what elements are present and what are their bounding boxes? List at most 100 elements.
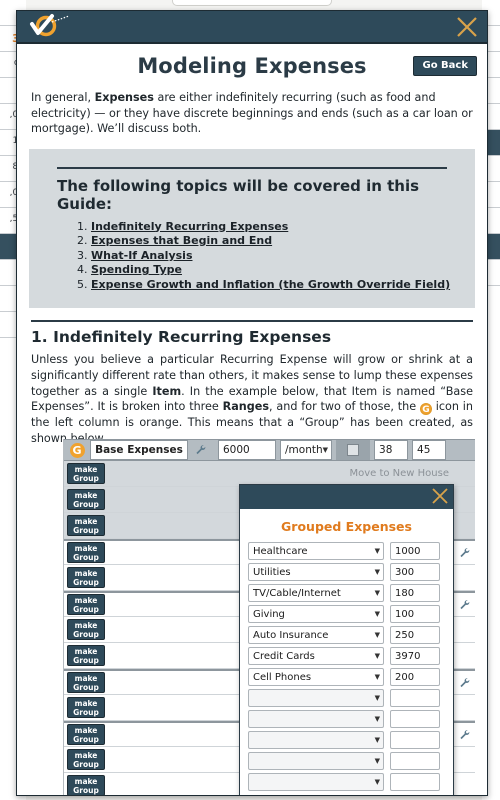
dialog-row: Cell Phones ▼ 200 <box>248 668 445 686</box>
make-group-line2: Group <box>73 734 99 744</box>
make-group-line2: Group <box>73 682 99 692</box>
screen-root: 3, ck 0 ,00 13 80 ,00 ,55 <box>0 0 500 800</box>
topic-link-5[interactable]: Expense Growth and Inflation (the Growth… <box>91 278 450 291</box>
expense-category-value: Cell Phones <box>253 671 312 683</box>
expense-amount-input[interactable] <box>390 710 440 728</box>
row-wrench-cell[interactable] <box>455 677 475 689</box>
close-icon[interactable] <box>429 485 451 507</box>
dialog-row: Utilities ▼ 300 <box>248 563 445 581</box>
make-group-line2: Group <box>73 473 99 483</box>
expense-category-select[interactable]: ▼ <box>248 773 384 791</box>
section-1-heading: 1. Indefinitely Recurring Expenses <box>31 328 332 347</box>
expense-category-value: Auto Insurance <box>253 629 329 641</box>
make-group-line2: Group <box>73 707 99 717</box>
background-tab <box>172 0 332 6</box>
expense-amount-input[interactable]: 180 <box>390 584 440 602</box>
make-group-button[interactable]: make Group <box>67 489 105 510</box>
make-group-line2: Group <box>73 552 99 562</box>
expense-category-select[interactable]: ▼ <box>248 689 384 707</box>
expense-category-select[interactable]: Cell Phones ▼ <box>248 668 384 686</box>
expense-category-select[interactable]: Healthcare ▼ <box>248 542 384 560</box>
make-group-line1: make <box>74 490 98 500</box>
expense-category-value: TV/Cable/Internet <box>253 587 341 599</box>
expense-category-select[interactable]: Auto Insurance ▼ <box>248 626 384 644</box>
expense-category-select[interactable]: ▼ <box>248 710 384 728</box>
make-group-line1: make <box>74 568 98 578</box>
expense-amount-input[interactable]: 250 <box>390 626 440 644</box>
amount-field[interactable]: 6000 <box>218 440 276 460</box>
go-back-button[interactable]: Go Back <box>413 56 477 76</box>
expense-category-select[interactable]: Giving ▼ <box>248 605 384 623</box>
topics-list: Indefinitely Recurring Expenses Expenses… <box>91 220 461 292</box>
wrench-cell[interactable] <box>188 440 214 460</box>
make-group-button[interactable]: make Group <box>67 515 105 536</box>
topics-divider <box>57 166 447 169</box>
modal-body: Modeling Expenses Go Back In general, Ex… <box>17 44 487 795</box>
expense-amount-input[interactable] <box>390 689 440 707</box>
chevron-down-icon: ▼ <box>374 631 380 639</box>
row-wrench-cell[interactable] <box>455 547 475 559</box>
make-group-button[interactable]: make Group <box>67 775 105 795</box>
group-g-badge-icon: G <box>69 442 85 458</box>
guide-modal: Modeling Expenses Go Back In general, Ex… <box>16 10 488 796</box>
modal-titlebar <box>17 11 487 44</box>
row-wrench-cell[interactable] <box>455 729 475 741</box>
make-group-line1: make <box>74 595 98 605</box>
topics-panel: The following topics will be covered in … <box>29 148 475 309</box>
topics-heading: The following topics will be covered in … <box>57 176 420 213</box>
dialog-row: Giving ▼ 100 <box>248 605 445 623</box>
topic-link-1[interactable]: Indefinitely Recurring Expenses <box>91 220 288 233</box>
chevron-down-icon: ▼ <box>374 652 380 660</box>
make-group-line1: make <box>74 543 98 553</box>
expense-amount-input[interactable]: 1000 <box>390 542 440 560</box>
close-icon[interactable] <box>453 13 481 41</box>
chevron-down-icon: ▼ <box>374 547 380 555</box>
expense-amount-input[interactable] <box>390 773 440 791</box>
make-group-button[interactable]: make Group <box>67 749 105 770</box>
dialog-row: Healthcare ▼ 1000 <box>248 542 445 560</box>
topic-link-4[interactable]: Spending Type <box>91 263 182 276</box>
item-name-field[interactable]: Base Expenses <box>90 440 188 460</box>
make-group-button[interactable]: make Group <box>67 619 105 640</box>
make-group-line1: make <box>74 620 98 630</box>
checkbox-cell[interactable] <box>336 440 371 460</box>
expense-amount-input[interactable] <box>390 731 440 749</box>
make-group-line1: make <box>74 750 98 760</box>
expense-category-select[interactable]: ▼ <box>248 731 384 749</box>
expense-amount-input[interactable]: 100 <box>390 605 440 623</box>
make-group-button[interactable]: make Group <box>67 542 105 563</box>
row-wrench-cell[interactable] <box>455 599 475 611</box>
expense-amount-input[interactable]: 200 <box>390 668 440 686</box>
end-age-field[interactable]: 45 <box>412 440 447 460</box>
make-group-line2: Group <box>73 629 99 639</box>
make-group-button[interactable]: make Group <box>67 672 105 693</box>
make-group-button[interactable]: make Group <box>67 594 105 615</box>
topic-link-3[interactable]: What-If Analysis <box>91 249 193 262</box>
make-group-button[interactable]: make Group <box>67 724 105 745</box>
wrench-icon <box>460 677 470 687</box>
make-group-line1: make <box>74 516 98 526</box>
expense-category-select[interactable]: Credit Cards ▼ <box>248 647 384 665</box>
expense-amount-input[interactable] <box>390 752 440 770</box>
make-group-line1: make <box>74 646 98 656</box>
make-group-line1: make <box>74 464 98 474</box>
expense-category-select[interactable]: TV/Cable/Internet ▼ <box>248 584 384 602</box>
make-group-button[interactable]: make Group <box>67 697 105 718</box>
chevron-down-icon: ▼ <box>374 694 380 702</box>
start-age-field[interactable]: 38 <box>374 440 409 460</box>
topic-link-2[interactable]: Expenses that Begin and End <box>91 234 272 247</box>
wrench-icon <box>196 445 206 455</box>
make-group-button[interactable]: make Group <box>67 463 105 484</box>
expense-category-select[interactable]: ▼ <box>248 752 384 770</box>
expense-amount-input[interactable]: 300 <box>390 563 440 581</box>
dialog-row: ▼ <box>248 752 445 770</box>
make-group-button[interactable]: make Group <box>67 645 105 666</box>
period-select[interactable]: /month ▼ <box>280 440 333 460</box>
dialog-row: ▼ <box>248 689 445 707</box>
make-group-button[interactable]: make Group <box>67 567 105 588</box>
expense-category-select[interactable]: Utilities ▼ <box>248 563 384 581</box>
intro-paragraph: In general, Expenses are either indefini… <box>17 84 487 147</box>
expense-amount-input[interactable]: 3970 <box>390 647 440 665</box>
group-badge-cell[interactable]: G <box>64 440 90 460</box>
checkbox-icon <box>347 444 360 456</box>
